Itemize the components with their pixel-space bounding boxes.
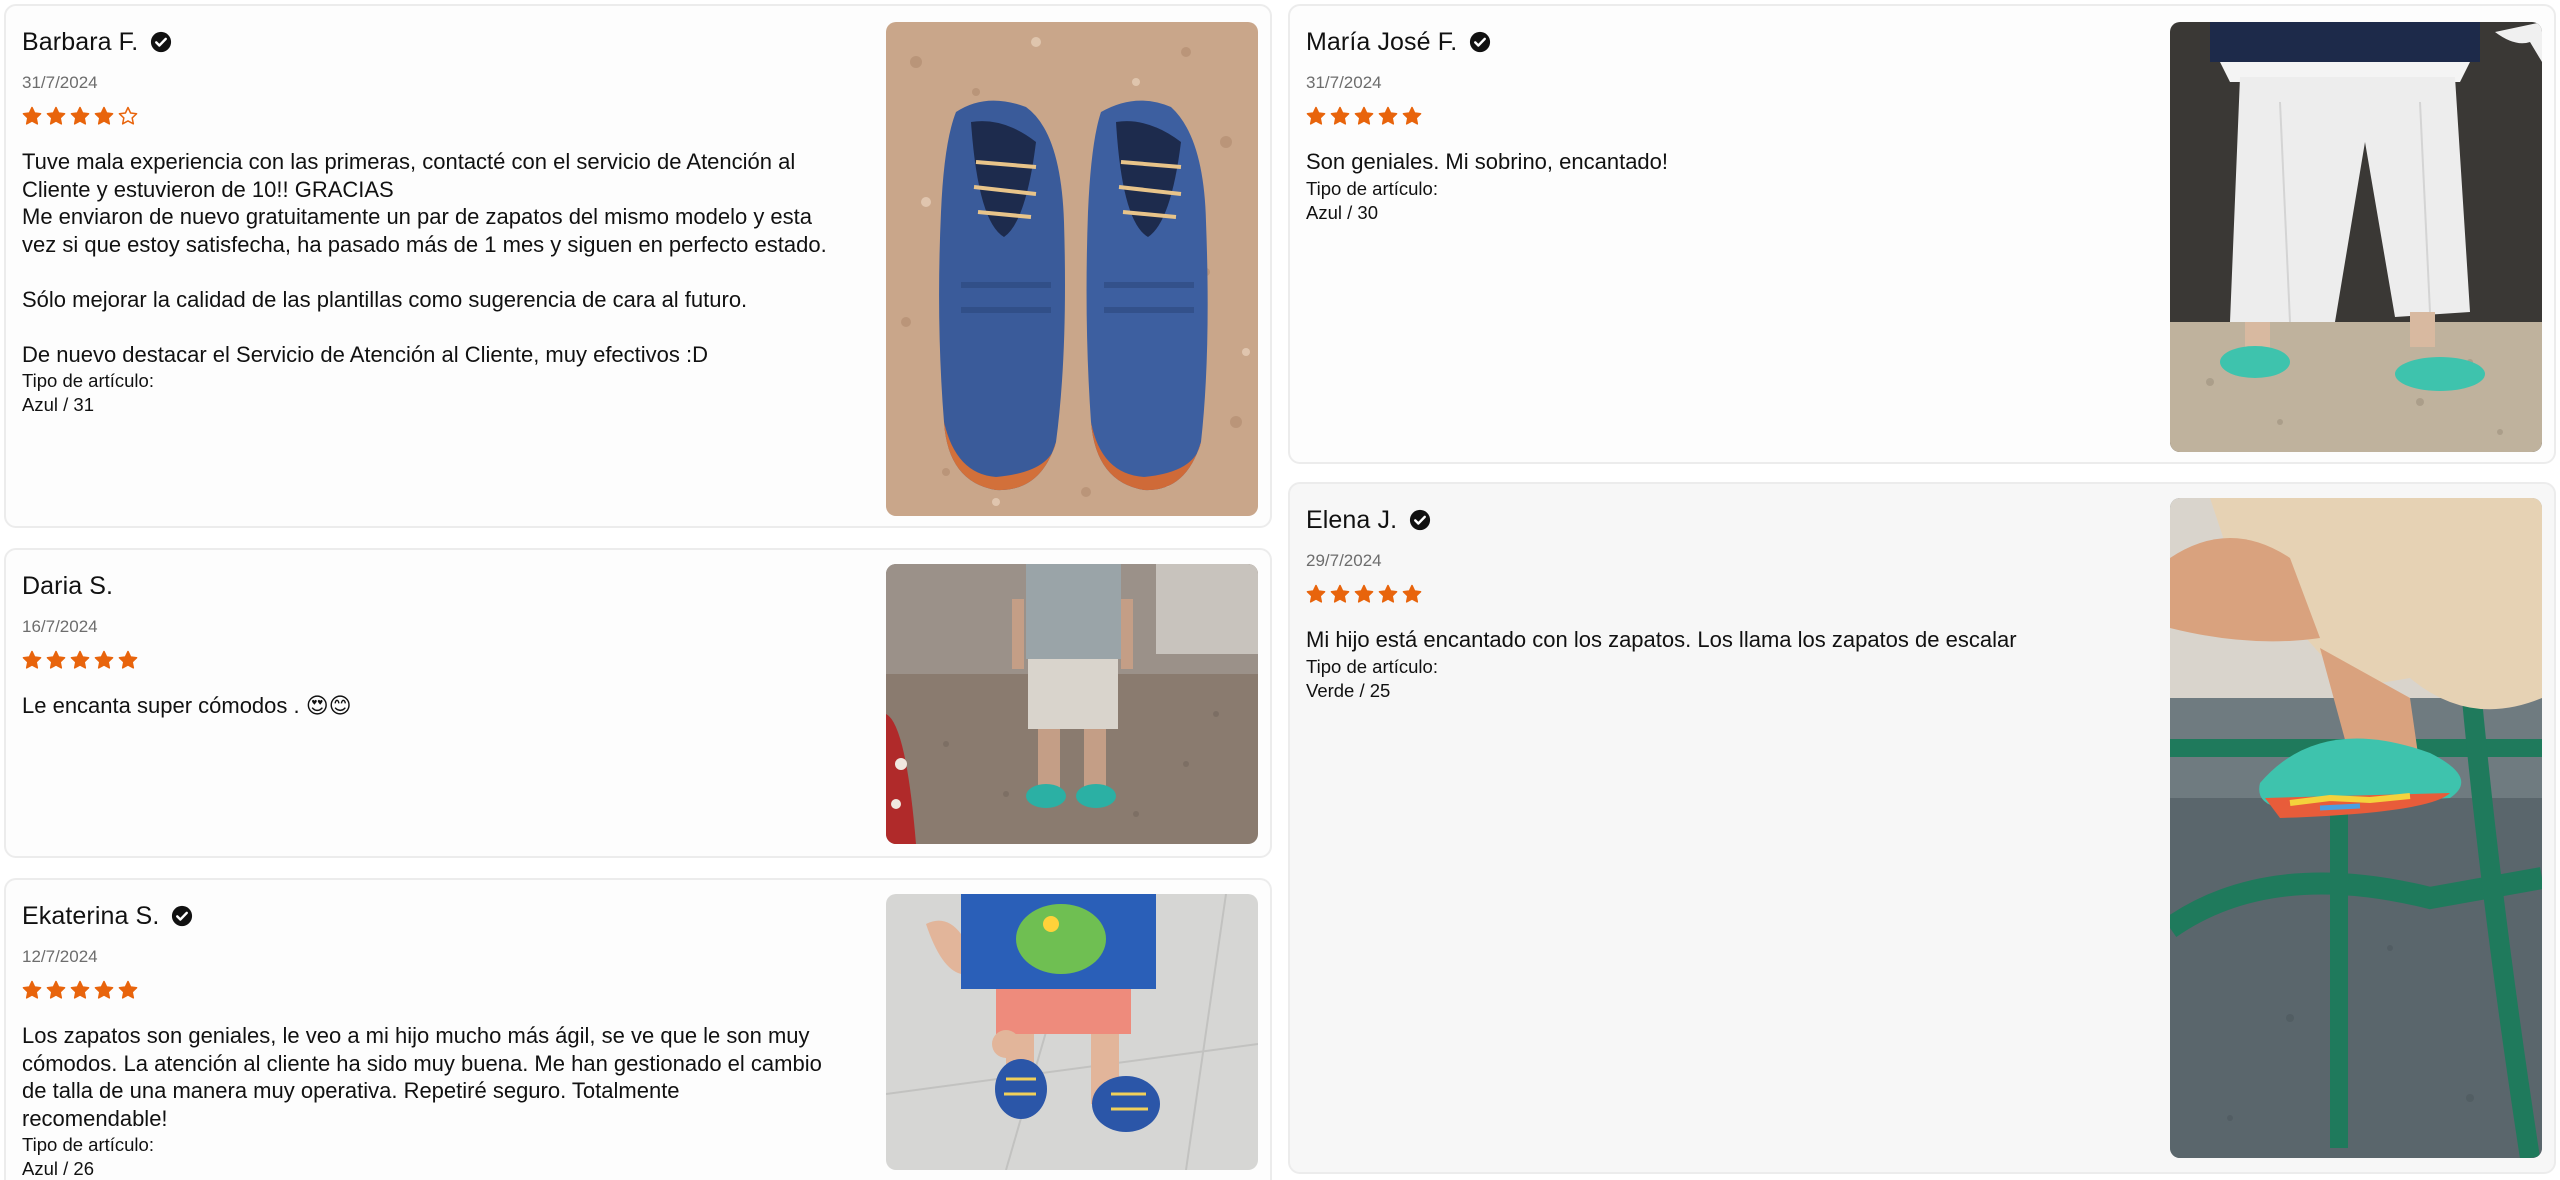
reviewer-name: Ekaterina S. — [22, 901, 160, 930]
star-filled-icon — [1402, 106, 1422, 125]
verified-check-icon — [171, 905, 193, 927]
star-filled-icon — [70, 980, 90, 999]
verified-check-icon — [150, 31, 172, 53]
star-filled-icon — [118, 650, 138, 669]
review-photo[interactable] — [2170, 22, 2542, 452]
reviewer-name: Barbara F. — [22, 27, 139, 56]
review-photo[interactable] — [2170, 498, 2542, 1158]
review-photo[interactable] — [886, 894, 1258, 1170]
star-filled-icon — [1378, 584, 1398, 603]
star-filled-icon — [46, 650, 66, 669]
star-filled-icon — [1402, 584, 1422, 603]
star-filled-icon — [70, 650, 90, 669]
star-filled-icon — [22, 650, 42, 669]
star-filled-icon — [46, 980, 66, 999]
star-filled-icon — [1354, 584, 1374, 603]
star-filled-icon — [1306, 106, 1326, 125]
star-filled-icon — [46, 106, 66, 125]
reviewer-name: Daria S. — [22, 571, 114, 600]
star-filled-icon — [22, 980, 42, 999]
star-filled-icon — [1354, 106, 1374, 125]
star-filled-icon — [1306, 584, 1326, 603]
star-outline-icon — [118, 106, 138, 125]
verified-check-icon — [1409, 509, 1431, 531]
review-photo[interactable] — [886, 22, 1258, 516]
reviewer-name: Elena J. — [1306, 505, 1398, 534]
review-card: María José F. 31/7/2024 Son geniales. Mi… — [1288, 4, 2556, 464]
star-filled-icon — [94, 980, 114, 999]
star-filled-icon — [22, 106, 42, 125]
verified-check-icon — [1469, 31, 1491, 53]
reviewer-name: María José F. — [1306, 27, 1458, 56]
review-card: Elena J. 29/7/2024 Mi hijo está encantad… — [1288, 482, 2556, 1174]
star-filled-icon — [1330, 106, 1350, 125]
star-filled-icon — [118, 980, 138, 999]
star-filled-icon — [94, 106, 114, 125]
star-filled-icon — [94, 650, 114, 669]
review-card: Daria S. 16/7/2024 Le encanta super cómo… — [4, 548, 1272, 858]
star-filled-icon — [70, 106, 90, 125]
review-photo[interactable] — [886, 564, 1258, 844]
star-filled-icon — [1330, 584, 1350, 603]
review-card: Barbara F. 31/7/2024 Tuve mala experienc… — [4, 4, 1272, 528]
review-card: Ekaterina S. 12/7/2024 Los zapatos son g… — [4, 878, 1272, 1180]
star-filled-icon — [1378, 106, 1398, 125]
